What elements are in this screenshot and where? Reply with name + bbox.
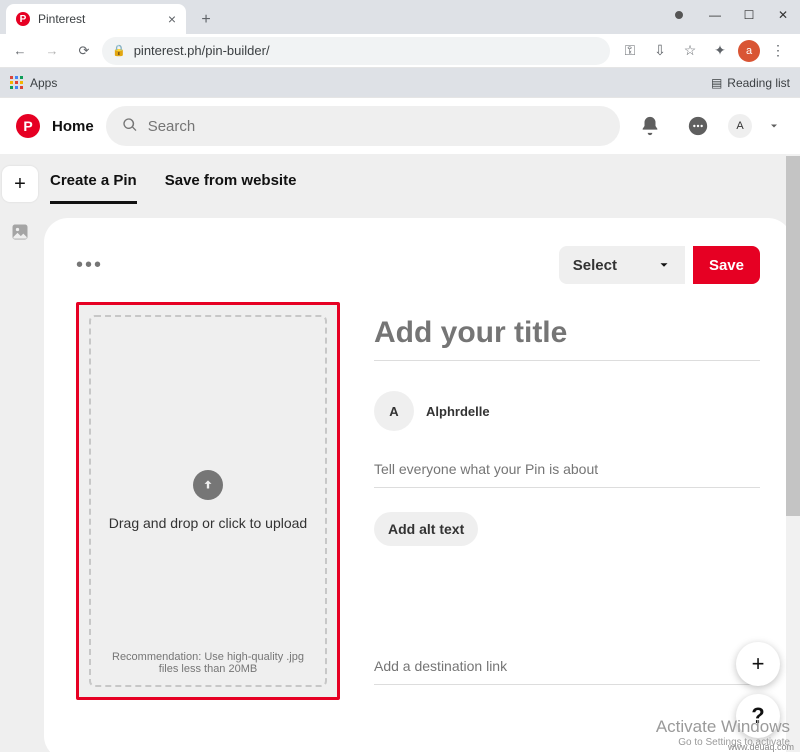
back-button[interactable]: ← — [6, 37, 34, 65]
browser-chrome: P Pinterest × + — ☐ ✕ ← → ⟳ 🔒 pinterest.… — [0, 0, 800, 98]
chevron-down-icon[interactable] — [764, 108, 784, 144]
left-rail: + — [0, 154, 40, 752]
apps-shortcut[interactable]: Apps — [10, 76, 57, 90]
board-select[interactable]: Select — [559, 246, 685, 284]
lock-icon: 🔒 — [112, 44, 126, 57]
description-input[interactable] — [374, 457, 760, 488]
maximize-button[interactable]: ☐ — [732, 8, 766, 22]
close-window-button[interactable]: ✕ — [766, 8, 800, 22]
home-link[interactable]: Home — [52, 118, 94, 135]
upload-area: Drag and drop or click to upload Recomme… — [76, 302, 340, 700]
fab-add-button[interactable]: + — [736, 642, 780, 686]
board-select-label: Select — [573, 257, 617, 274]
search-icon — [122, 117, 138, 136]
reading-list-icon: ▤ — [711, 76, 722, 90]
upload-arrow-icon — [193, 470, 223, 500]
builder-tabs: Create a Pin Save from website — [44, 154, 792, 204]
notifications-icon[interactable] — [632, 108, 668, 144]
more-options-icon[interactable]: ••• — [76, 254, 103, 277]
destination-link-input[interactable] — [374, 654, 760, 685]
pinterest-favicon-icon: P — [16, 12, 30, 26]
url-text: pinterest.ph/pin-builder/ — [134, 43, 270, 58]
upload-box-highlight: Drag and drop or click to upload Recomme… — [76, 302, 340, 700]
chrome-menu-icon[interactable]: ⋮ — [766, 39, 790, 63]
tab-strip: P Pinterest × + — ☐ ✕ — [0, 0, 800, 34]
extensions-icon[interactable]: ✦ — [708, 39, 732, 63]
save-button[interactable]: Save — [693, 246, 760, 284]
forward-button[interactable]: → — [38, 37, 66, 65]
new-tab-button[interactable]: + — [192, 6, 220, 34]
reading-list-label: Reading list — [727, 76, 790, 90]
chevron-down-icon — [657, 258, 671, 272]
fab-help-button[interactable]: ? — [736, 694, 780, 738]
main-column: Create a Pin Save from website ••• Selec… — [40, 154, 800, 752]
profile-avatar[interactable]: a — [738, 40, 760, 62]
url-field[interactable]: 🔒 pinterest.ph/pin-builder/ — [102, 37, 610, 65]
address-bar-row: ← → ⟳ 🔒 pinterest.ph/pin-builder/ ⚿ ⇩ ☆ … — [0, 34, 800, 68]
pin-builder: + Create a Pin Save from website ••• Sel… — [0, 154, 800, 752]
tab-create-pin[interactable]: Create a Pin — [50, 172, 137, 204]
search-input[interactable] — [148, 118, 604, 135]
save-controls: Select Save — [559, 246, 760, 284]
window-controls: — ☐ ✕ — [664, 0, 800, 30]
add-pin-button[interactable]: + — [2, 166, 38, 202]
title-input[interactable] — [374, 310, 760, 361]
card-top-row: ••• Select Save — [76, 246, 760, 284]
pin-form: A Alphrdelle Add alt text — [374, 302, 760, 700]
install-icon[interactable]: ⇩ — [648, 39, 672, 63]
apps-grid-icon — [10, 76, 24, 90]
upload-recommendation: Recommendation: Use high-quality .jpg fi… — [101, 651, 315, 675]
upload-text: Drag and drop or click to upload — [109, 514, 307, 532]
addr-icons: ⚿ ⇩ ☆ ✦ a ⋮ — [614, 39, 794, 63]
messages-icon[interactable] — [680, 108, 716, 144]
minimize-button[interactable]: — — [698, 8, 732, 22]
tab-save-from-website[interactable]: Save from website — [165, 172, 297, 204]
upload-dropzone[interactable]: Drag and drop or click to upload Recomme… — [89, 315, 327, 687]
pin-card: ••• Select Save — [44, 218, 792, 752]
tab-title: Pinterest — [38, 12, 85, 26]
bookmarks-bar: Apps ▤ Reading list — [0, 68, 800, 98]
user-avatar[interactable]: A — [728, 114, 752, 138]
image-placeholder-icon[interactable] — [2, 214, 38, 250]
apps-label: Apps — [30, 76, 57, 90]
bookmark-star-icon[interactable]: ☆ — [678, 39, 702, 63]
key-icon[interactable]: ⚿ — [618, 39, 642, 63]
pinterest-header: P Home A — [0, 98, 800, 154]
author-row: A Alphrdelle — [374, 391, 760, 431]
close-tab-icon[interactable]: × — [168, 11, 176, 27]
record-icon[interactable] — [664, 11, 698, 19]
scrollbar-thumb[interactable] — [786, 156, 800, 516]
reading-list-button[interactable]: ▤ Reading list — [711, 76, 790, 90]
author-avatar[interactable]: A — [374, 391, 414, 431]
search-bar[interactable] — [106, 106, 620, 146]
reload-button[interactable]: ⟳ — [70, 37, 98, 65]
vertical-scrollbar[interactable] — [786, 154, 800, 752]
browser-tab[interactable]: P Pinterest × — [6, 4, 186, 34]
pinterest-logo-icon[interactable]: P — [16, 114, 40, 138]
card-body: Drag and drop or click to upload Recomme… — [76, 302, 760, 700]
add-alt-text-button[interactable]: Add alt text — [374, 512, 478, 546]
author-name: Alphrdelle — [426, 404, 490, 419]
source-watermark: www.deuaq.com — [728, 742, 794, 752]
